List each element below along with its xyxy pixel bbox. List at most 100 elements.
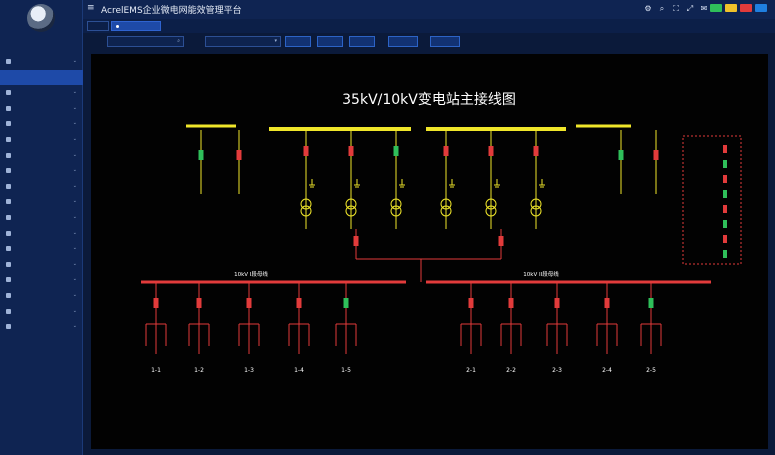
sidebar-item-5[interactable]: ⌄ [0,132,83,148]
video-icon [6,261,11,267]
left-feeder-label-3: 1-4 [294,367,304,374]
incoming-breaker-3[interactable] [653,150,659,160]
theme-switcher [710,4,767,12]
left-feeder-breaker-3[interactable] [296,298,302,308]
avatar[interactable] [27,4,55,32]
left-feeder-breaker-4[interactable] [343,298,349,308]
search-icon[interactable]: ⌕ [657,4,667,14]
bay-breaker-4[interactable] [488,146,494,156]
bay-breaker-2[interactable] [393,146,399,156]
sidebar-item-16[interactable]: ⌄ [0,304,83,320]
toolbar: ⌕ ▾ [83,33,775,50]
hamburger-icon[interactable]: ≡ [87,3,95,13]
sidebar-item-17[interactable]: ⌄ [0,319,83,335]
edit-button[interactable] [317,36,343,47]
right-feeder-breaker-1[interactable] [508,298,514,308]
sidebar-item-15[interactable]: ⌄ [0,288,83,304]
legend-swatch-1 [723,160,727,168]
incoming-breaker-1[interactable] [236,150,242,160]
chevron-down-icon: ⌄ [72,276,77,283]
left-feeder-label-2: 1-3 [244,367,254,374]
sidebar-item-1[interactable] [0,69,83,86]
sidebar-item-14[interactable]: ⌄ [0,272,83,288]
incoming-breaker-2[interactable] [618,150,624,160]
monitor-icon [6,90,11,96]
chevron-down-icon: ⌄ [72,198,77,205]
bay-breaker-5[interactable] [533,146,539,156]
add-button[interactable] [285,36,311,47]
alarm-icon [6,199,11,205]
chevron-down-icon: ⌄ [72,135,77,142]
left-feeder-label-1: 1-2 [194,367,204,374]
sidebar-item-2[interactable]: ⌄ [0,85,83,101]
sidebar-item-13[interactable]: ⌄ [0,257,83,273]
left-feeder-breaker-1[interactable] [196,298,202,308]
message-icon[interactable]: ✉ [699,4,709,14]
env-icon [6,246,11,252]
right-feeder-label-3: 2-4 [602,367,612,374]
system-icon [6,308,11,314]
sidebar-menu: ⌄ ⌄ ⌄ ⌄ ⌄ ⌄ ⌄ ⌄ ⌄ ⌄ ⌄ ⌄ ⌄ ⌄ ⌄ ⌄ ⌄ [0,54,83,350]
tie-breaker-right[interactable] [498,236,504,246]
sidebar-item-10[interactable]: ⌄ [0,210,83,226]
chevron-down-icon: ⌄ [72,245,77,252]
bay-breaker-3[interactable] [443,146,449,156]
sidebar-item-18[interactable] [0,335,83,351]
fullscreen-button[interactable] [430,36,460,47]
right-feeder-label-1: 2-2 [506,367,516,374]
setting-icon [6,292,11,298]
wiring-diagram: 35kV/10kV变电站主接线图 10kV I段母线 10kV II段母线 1-1 1-… [91,54,768,449]
sidebar-item-11[interactable]: ⌄ [0,226,83,242]
sidebar-item-3[interactable]: ⌄ [0,101,83,117]
sidebar-item-6[interactable]: ⌄ [0,148,83,164]
theme-swatch-0[interactable] [710,4,722,12]
sidebar-item-4[interactable]: ⌄ [0,116,83,132]
sidebar-item-8[interactable]: ⌄ [0,179,83,195]
bay-breaker-0[interactable] [303,146,309,156]
legend-swatch-7 [723,250,727,258]
diagram-select[interactable]: ⌕ [107,36,184,47]
chevron-down-icon: ⌄ [72,104,77,111]
chevron-down-icon: ⌄ [72,89,77,96]
right-feeder-label-4: 2-5 [646,367,656,374]
stats-icon [6,152,11,158]
chart-icon [6,121,11,127]
chevron-down-icon: ⌄ [72,260,77,267]
app-root: ⌄ ⌄ ⌄ ⌄ ⌄ ⌄ ⌄ ⌄ ⌄ ⌄ ⌄ ⌄ ⌄ ⌄ ⌄ ⌄ ⌄ ≡ AcrelEMS企业微电网能效管理平台 … [0,0,775,455]
left-feeder-breaker-2[interactable] [246,298,252,308]
theme-swatch-3[interactable] [755,4,767,12]
tie-breaker-left[interactable] [353,236,359,246]
sidebar-item-12[interactable]: ⌄ [0,241,83,257]
chevron-down-icon: ⌄ [72,229,77,236]
right-feeder-breaker-2[interactable] [554,298,560,308]
active-dot-icon [116,25,119,28]
bus-right-label: 10kV II段母线 [523,270,559,278]
sidebar-item-7[interactable]: ⌄ [0,163,83,179]
bay-breaker-1[interactable] [348,146,354,156]
sidebar-item-9[interactable]: ⌄ [0,194,83,210]
right-feeder-breaker-4[interactable] [648,298,654,308]
fullscreen-icon[interactable]: ⛶ [671,4,681,14]
tab-main-wiring[interactable] [111,21,161,31]
wiring-diagram-canvas: 35kV/10kV变电站主接线图 10kV I段母线 10kV II段母线 1-1 1-… [141,91,742,374]
incoming-breaker-0[interactable] [198,150,204,160]
bus-left-label: 10kV I段母线 [234,270,268,278]
settings-icon[interactable]: ⚙ [643,4,653,14]
save-button[interactable] [349,36,375,47]
sidebar-item-0[interactable]: ⌄ [0,54,83,70]
diagram-select-2[interactable]: ▾ [205,36,281,47]
right-feeder-breaker-3[interactable] [604,298,610,308]
left-feeder-label-4: 1-5 [341,367,351,374]
tab-home[interactable] [87,21,109,31]
right-feeder-label-0: 2-1 [466,367,476,374]
left-feeder-label-0: 1-1 [151,367,161,374]
expand-icon[interactable]: ⤢ [685,4,695,14]
left-feeder-breaker-0[interactable] [153,298,159,308]
right-feeder-breaker-0[interactable] [468,298,474,308]
export-button[interactable] [388,36,418,47]
chevron-down-icon: ⌄ [72,182,77,189]
home-icon [6,59,11,64]
legend-swatch-2 [723,175,727,183]
theme-swatch-1[interactable] [725,4,737,12]
theme-swatch-2[interactable] [740,4,752,12]
